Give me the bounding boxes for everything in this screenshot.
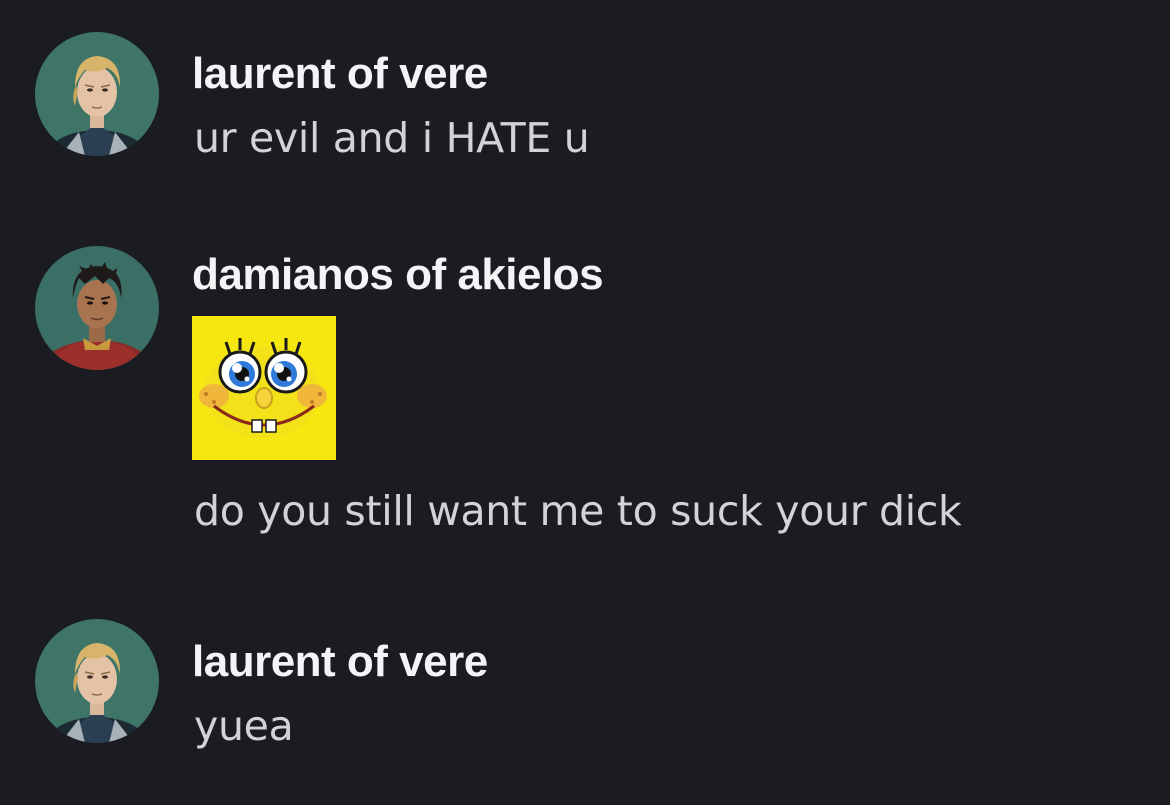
- damianos-avatar-icon[interactable]: [35, 246, 159, 370]
- message-author[interactable]: laurent of vere: [192, 640, 488, 684]
- laurent-avatar-icon[interactable]: [35, 32, 159, 156]
- message-text: ur evil and i HATE u: [194, 114, 590, 162]
- message-author[interactable]: damianos of akielos: [192, 253, 604, 297]
- message-text: yuea: [194, 702, 294, 750]
- laurent-avatar-icon[interactable]: [35, 619, 159, 743]
- spongebob-pleading-face-sticker-icon[interactable]: [192, 316, 336, 460]
- chat-log: laurent of vere ur evil and i HATE u dam…: [0, 0, 1170, 805]
- message-text: do you still want me to suck your dick: [194, 487, 962, 535]
- message-author[interactable]: laurent of vere: [192, 52, 488, 96]
